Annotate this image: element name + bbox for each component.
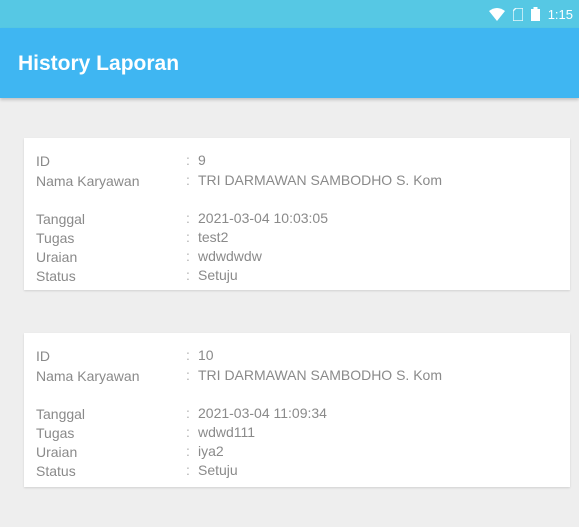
separator: :: [186, 229, 190, 245]
value-id: 9: [198, 152, 206, 168]
separator: :: [186, 152, 190, 168]
app-bar: History Laporan: [0, 28, 579, 98]
value-uraian: iya2: [198, 443, 224, 459]
no-sim-icon: [512, 7, 523, 21]
label-id: ID: [36, 348, 50, 364]
label-uraian: Uraian: [36, 249, 78, 265]
separator: :: [186, 443, 190, 459]
label-nama: Nama Karyawan: [36, 173, 140, 189]
value-nama: TRI DARMAWAN SAMBODHO S. Kom: [198, 172, 442, 188]
report-card[interactable]: ID : 9 Nama Karyawan : TRI DARMAWAN SAMB…: [24, 138, 570, 290]
value-tanggal: 2021-03-04 11:09:34: [198, 405, 327, 421]
value-nama: TRI DARMAWAN SAMBODHO S. Kom: [198, 367, 442, 383]
label-tanggal: Tanggal: [36, 211, 86, 227]
separator: :: [186, 424, 190, 440]
separator: :: [186, 210, 190, 226]
separator: :: [186, 172, 190, 188]
label-status: Status: [36, 463, 76, 479]
value-tanggal: 2021-03-04 10:03:05: [198, 210, 328, 226]
status-bar: 1:15: [0, 0, 579, 28]
value-status: Setuju: [198, 267, 238, 283]
page-title: History Laporan: [18, 52, 180, 75]
separator: :: [186, 347, 190, 363]
separator: :: [186, 248, 190, 264]
value-status: Setuju: [198, 462, 238, 478]
label-status: Status: [36, 268, 76, 284]
value-tugas: wdwd111: [198, 424, 256, 440]
label-tugas: Tugas: [36, 425, 75, 441]
label-nama: Nama Karyawan: [36, 368, 140, 384]
separator: :: [186, 267, 190, 283]
report-card[interactable]: ID : 10 Nama Karyawan : TRI DARMAWAN SAM…: [24, 333, 570, 487]
label-uraian: Uraian: [36, 444, 78, 460]
wifi-icon: [488, 7, 505, 21]
status-time: 1:15: [547, 6, 573, 22]
value-id: 10: [198, 347, 214, 363]
value-uraian: wdwdwdw: [198, 248, 262, 264]
label-tugas: Tugas: [36, 230, 75, 246]
battery-icon: [530, 7, 540, 21]
separator: :: [186, 367, 190, 383]
label-tanggal: Tanggal: [36, 406, 86, 422]
separator: :: [186, 462, 190, 478]
value-tugas: test2: [198, 229, 229, 245]
separator: :: [186, 405, 190, 421]
label-id: ID: [36, 153, 50, 169]
